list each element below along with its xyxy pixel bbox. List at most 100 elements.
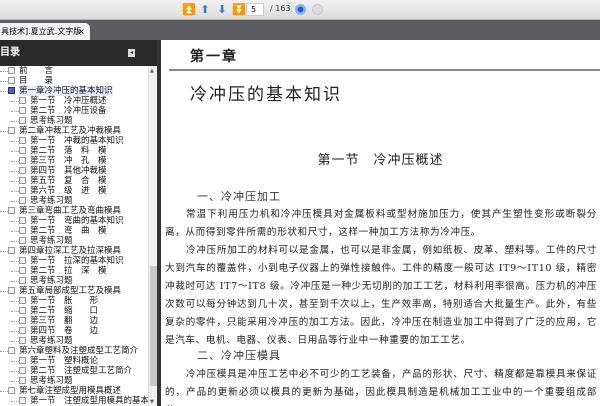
page-icon [19, 227, 26, 234]
toc-item[interactable]: 第二章冲裁工艺及冲裁模具 [0, 126, 148, 136]
tree-connector [0, 211, 8, 212]
toc-item-label: 第七章注塑成型用模具概述 [19, 386, 122, 396]
next-page-icon[interactable]: ⬇ [216, 3, 228, 16]
toc-item[interactable]: 第一节 冷冲压概述 [0, 96, 148, 106]
toc-item-label: 第二节 落 料 模 [30, 146, 107, 156]
tree-connector [11, 181, 19, 182]
chapter-rule [169, 69, 600, 71]
close-icon[interactable]: × [78, 23, 85, 40]
toc-item-label: 第六章塑料及注塑成型工艺简介 [19, 346, 139, 356]
tree-connector [0, 131, 8, 132]
toc-item[interactable]: 思考练习题 [0, 116, 148, 126]
toc-item[interactable]: 第一节 弯曲的基本知识 [0, 216, 148, 226]
toc-item[interactable]: 第三章弯曲工艺及弯曲模具 [0, 206, 148, 216]
toc-item-label: 第一节 胀 形 [30, 296, 99, 306]
tree-connector [11, 221, 19, 222]
tree-connector [11, 231, 19, 232]
tree-connector [11, 281, 19, 282]
toc-item-label: 第二节 弯 曲 模 [30, 226, 107, 236]
scrollbar-thumb[interactable] [150, 266, 157, 386]
document-tab[interactable]: 具技术].夏立武.文字版 × [0, 23, 90, 40]
toc-item-label: 第五节 复 合 模 [30, 176, 107, 186]
page-number-input[interactable]: 5 [246, 3, 264, 16]
toc-item[interactable]: 第二节 拉 深 模 [0, 266, 148, 276]
toc-item-label: 第二章冲裁工艺及冲裁模具 [19, 126, 122, 136]
toc-item[interactable]: 第六节 级 进 模 [0, 186, 148, 196]
toc-item[interactable]: 第二节 落 料 模 [0, 146, 148, 156]
subheading: 二、冷冲压模具 [197, 349, 281, 362]
play-icon[interactable] [295, 4, 306, 15]
page-icon [19, 137, 26, 144]
toc-item[interactable]: 第四节 卷 边 [0, 326, 148, 336]
toc-item[interactable]: 第三节 冲 孔 模 [0, 156, 148, 166]
toc-item[interactable]: 第五节 复 合 模 [0, 176, 148, 186]
toc-item[interactable]: 第四节 其他冲裁模 [0, 166, 148, 176]
toc-item[interactable]: 第一节 冲裁的基本知识 [0, 136, 148, 146]
tree-connector [11, 331, 19, 332]
tree-connector [11, 161, 19, 162]
page-icon [19, 397, 26, 404]
page-icon [19, 307, 26, 314]
chapter-title: 冷冲压的基本知识 [190, 85, 342, 105]
toc-item[interactable]: 第七章注塑成型用模具概述 [0, 386, 148, 396]
page-icon [19, 277, 26, 284]
page-icon [8, 87, 15, 94]
chapter-label: 第一章 [190, 49, 238, 65]
toc-item-label: 第一节 塑料概论 [30, 356, 99, 366]
page-icon [19, 357, 26, 364]
toc-item[interactable]: 第二节 弯 曲 模 [0, 226, 148, 236]
toc-item-label: 思考练习题 [30, 376, 73, 386]
toc-item[interactable]: 第一节 塑料概论 [0, 356, 148, 366]
sidebar-header: 目录 ◂ [0, 40, 157, 66]
prev-page-icon[interactable]: ⬆ [199, 3, 211, 16]
toc-item[interactable]: 第一节 注塑成型用模具的基本 [0, 396, 148, 406]
page-icon [19, 377, 26, 384]
stop-icon[interactable] [312, 4, 323, 15]
toc-item-label: 第二节 拉 深 模 [30, 266, 107, 276]
toc-item-label: 思考练习题 [30, 236, 73, 246]
sidebar-scrollbar[interactable]: ▲ ▼ [148, 66, 157, 406]
toc-item-label: 第四节 其他冲裁模 [30, 166, 107, 176]
page-icon [8, 207, 15, 214]
page-icon [19, 187, 26, 194]
toc-tree: 前 言目 录第一章冷冲压的基本知识 第一节 冷冲压概述 第二节 冷冲压设备 思考练习题… [0, 66, 148, 406]
toc-item[interactable]: 第五章局部成型工艺及模具 [0, 286, 148, 296]
page-icon [19, 167, 26, 174]
toc-item-label: 思考练习题 [30, 116, 73, 126]
toc-item[interactable]: 思考练习题 [0, 336, 148, 346]
toc-item[interactable]: 思考练习题 [0, 376, 148, 386]
toc-item[interactable]: 第四章拉深工艺及拉深模具 [0, 246, 148, 256]
collapse-sidebar-button[interactable]: ◂ [128, 49, 135, 57]
scroll-down-icon[interactable]: ▼ [150, 399, 154, 405]
first-page-icon[interactable]: ⏫ [182, 3, 196, 16]
tree-connector [0, 291, 8, 292]
toc-item[interactable]: 思考练习题 [0, 236, 148, 246]
page-icon [19, 297, 26, 304]
toc-item[interactable]: 第一章冷冲压的基本知识 [0, 86, 148, 96]
toc-item[interactable]: 第三节 翻 边 [0, 316, 148, 326]
tree-connector [11, 151, 19, 152]
paragraph: 冷冲压所加工的材料可以是金属，也可以是非金属，例如纸板、皮革、塑料等。工件的尺寸… [165, 245, 597, 346]
toc-item[interactable]: 目 录 [0, 76, 148, 86]
toc-item[interactable]: 第一节 胀 形 [0, 296, 148, 306]
toc-item[interactable]: 第一节 拉深的基本知识 [0, 256, 148, 266]
last-page-icon[interactable]: ⏬ [232, 3, 246, 16]
scroll-up-icon[interactable]: ▲ [150, 68, 154, 74]
page-icon [19, 107, 26, 114]
toolbar: ⏫ ⬆ ⬇ ⏬ 5 / 163 [0, 0, 600, 20]
tree-connector [11, 171, 19, 172]
paragraph: 常温下利用压力机和冷冲压模具对金属板料或型材施加压力，使其产生塑性变形或断裂分离… [165, 209, 597, 238]
tree-connector [11, 101, 19, 102]
tree-connector [11, 361, 19, 362]
toc-item[interactable]: 思考练习题 [0, 276, 148, 286]
toc-item[interactable]: 思考练习题 [0, 196, 148, 206]
toc-item-label: 第二节 缩 口 [30, 306, 99, 316]
page-icon [8, 67, 15, 74]
tree-connector [11, 381, 19, 382]
page-icon [19, 337, 26, 344]
toc-item[interactable]: 第二节 注塑成型工艺简介 [0, 366, 148, 376]
toc-item[interactable]: 前 言 [0, 66, 148, 76]
toc-item[interactable]: 第二节 冷冲压设备 [0, 106, 148, 116]
toc-item[interactable]: 第二节 缩 口 [0, 306, 148, 316]
toc-item[interactable]: 第六章塑料及注塑成型工艺简介 [0, 346, 148, 356]
